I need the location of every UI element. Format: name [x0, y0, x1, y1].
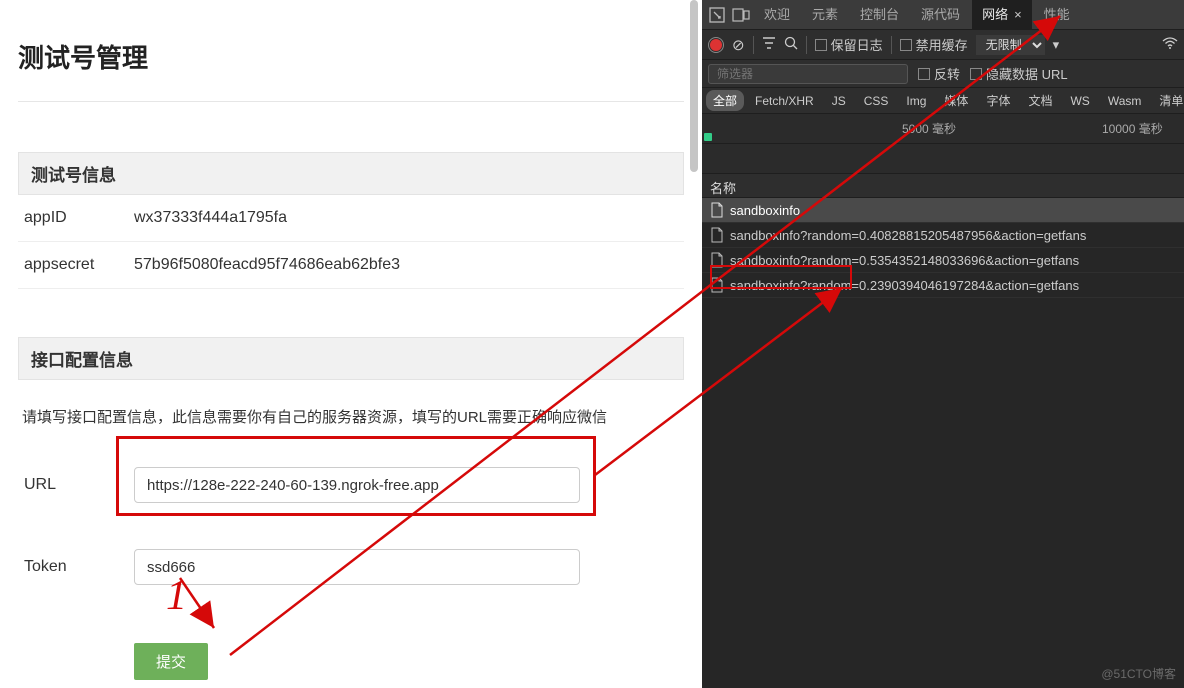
- preserve-log-checkbox[interactable]: 保留日志: [815, 35, 883, 54]
- hide-data-urls-checkbox[interactable]: 隐藏数据 URL: [970, 64, 1068, 83]
- devtools-tabs: 欢迎 元素 控制台 源代码 网络× 性能: [702, 0, 1184, 30]
- disable-cache-checkbox[interactable]: 禁用缓存: [900, 35, 968, 54]
- tab-network[interactable]: 网络×: [972, 0, 1032, 30]
- request-row[interactable]: sandboxinfo?random=0.2390394046197284&ac…: [702, 273, 1184, 298]
- filter-manifest[interactable]: 清单: [1152, 90, 1184, 111]
- request-row[interactable]: sandboxinfo?random=0.40828815205487956&a…: [702, 223, 1184, 248]
- section-interface-heading: 接口配置信息: [18, 337, 684, 380]
- page-title: 测试号管理: [18, 0, 684, 102]
- filter-ws[interactable]: WS: [1063, 92, 1096, 110]
- toolbar-divider: [753, 36, 754, 54]
- throttling-select[interactable]: 无限制: [976, 35, 1045, 55]
- filter-font[interactable]: 字体: [979, 90, 1017, 111]
- appid-value: wx37333f444a1795fa: [134, 209, 678, 227]
- wechat-sandbox-panel: 测试号管理 测试号信息 appID wx37333f444a1795fa app…: [0, 0, 702, 688]
- toolbar-divider: [806, 36, 807, 54]
- search-icon[interactable]: [784, 36, 798, 53]
- filter-img[interactable]: Img: [899, 92, 933, 110]
- timeline-start-marker: [704, 133, 712, 141]
- form-row-url: URL: [18, 461, 684, 509]
- filter-js[interactable]: JS: [825, 92, 853, 110]
- request-type-filters: 全部 Fetch/XHR JS CSS Img 媒体 字体 文档 WS Wasm…: [702, 88, 1184, 114]
- file-icon: [710, 252, 724, 268]
- appid-label: appID: [24, 209, 134, 227]
- network-conditions-icon[interactable]: [1162, 37, 1178, 52]
- request-name: sandboxinfo: [730, 203, 800, 218]
- filter-css[interactable]: CSS: [857, 92, 896, 110]
- token-label: Token: [18, 558, 134, 576]
- tab-performance[interactable]: 性能: [1034, 0, 1080, 30]
- file-icon: [710, 277, 724, 293]
- tab-welcome[interactable]: 欢迎: [754, 0, 800, 30]
- test-info-table: appID wx37333f444a1795fa appsecret 57b96…: [18, 195, 684, 289]
- section-test-info-heading: 测试号信息: [18, 152, 684, 195]
- request-row[interactable]: sandboxinfo: [702, 198, 1184, 223]
- request-name: sandboxinfo?random=0.5354352148033696&ac…: [730, 253, 1079, 268]
- row-appid: appID wx37333f444a1795fa: [18, 195, 684, 242]
- device-toggle-icon[interactable]: [730, 4, 752, 26]
- url-label: URL: [18, 476, 134, 494]
- appsecret-value: 57b96f5080feacd95f74686eab62bfe3: [134, 256, 678, 274]
- tab-sources[interactable]: 源代码: [911, 0, 970, 30]
- filter-row: 反转 隐藏数据 URL: [702, 60, 1184, 88]
- waterfall-strip[interactable]: [702, 144, 1184, 174]
- request-row[interactable]: sandboxinfo?random=0.5354352148033696&ac…: [702, 248, 1184, 273]
- file-icon: [710, 202, 724, 218]
- filter-input[interactable]: [708, 64, 908, 84]
- token-input[interactable]: [134, 549, 580, 585]
- submit-button[interactable]: 提交: [134, 643, 208, 680]
- filter-toggle-icon[interactable]: [762, 37, 776, 52]
- tab-console[interactable]: 控制台: [850, 0, 909, 30]
- tab-elements[interactable]: 元素: [802, 0, 848, 30]
- timeline-overview[interactable]: 5000 毫秒 10000 毫秒: [702, 114, 1184, 144]
- request-name: sandboxinfo?random=0.2390394046197284&ac…: [730, 278, 1079, 293]
- annotation-number-1: 1: [166, 572, 187, 620]
- record-button[interactable]: [708, 37, 724, 53]
- filter-xhr[interactable]: Fetch/XHR: [748, 92, 821, 110]
- close-icon[interactable]: ×: [1014, 7, 1022, 22]
- filter-all[interactable]: 全部: [706, 90, 744, 111]
- request-list: sandboxinfo sandboxinfo?random=0.4082881…: [702, 198, 1184, 688]
- devtools-panel: 欢迎 元素 控制台 源代码 网络× 性能 ⊘ 保留日志 禁用缓存 无限制 ▾: [702, 0, 1184, 688]
- appsecret-label: appsecret: [24, 256, 134, 274]
- url-input[interactable]: [134, 467, 580, 503]
- filter-doc[interactable]: 文档: [1021, 90, 1059, 111]
- interface-hint: 请填写接口配置信息，此信息需要你有自己的服务器资源，填写的URL需要正确响应微信: [18, 380, 684, 441]
- toolbar-divider: [891, 36, 892, 54]
- invert-checkbox[interactable]: 反转: [918, 64, 960, 83]
- row-appsecret: appsecret 57b96f5080feacd95f74686eab62bf…: [18, 242, 684, 289]
- form-row-token: Token: [18, 543, 684, 591]
- clear-button[interactable]: ⊘: [732, 36, 745, 54]
- file-icon: [710, 227, 724, 243]
- filter-wasm[interactable]: Wasm: [1101, 92, 1149, 110]
- column-header-name[interactable]: 名称: [702, 174, 1184, 198]
- filter-media[interactable]: 媒体: [937, 90, 975, 111]
- watermark: @51CTO博客: [1101, 665, 1176, 682]
- inspect-icon[interactable]: [706, 4, 728, 26]
- timeline-tick-5000: 5000 毫秒: [902, 120, 956, 137]
- left-scrollbar[interactable]: [690, 0, 698, 172]
- devtools-toolbar: ⊘ 保留日志 禁用缓存 无限制 ▾: [702, 30, 1184, 60]
- request-name: sandboxinfo?random=0.40828815205487956&a…: [730, 228, 1086, 243]
- timeline-tick-10000: 10000 毫秒: [1102, 120, 1163, 137]
